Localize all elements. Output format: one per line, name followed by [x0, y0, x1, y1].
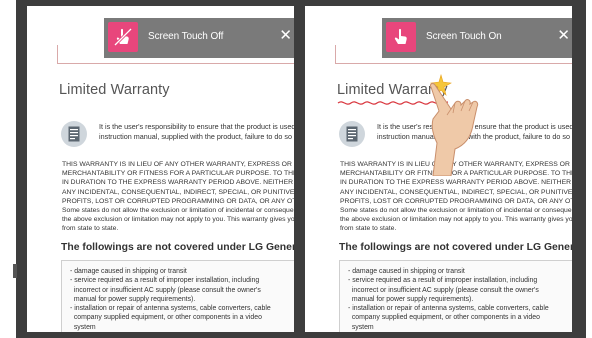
section-heading: The followings are not covered under LG … [61, 242, 294, 253]
body-line: THIS WARRANTY IS IN LIEU OF ANY OTHER WA… [62, 161, 294, 168]
document-icon [339, 121, 365, 147]
list-item: company supplied equipment, or other com… [70, 314, 262, 322]
body-line: Some states do not allow the exclusion o… [340, 207, 572, 215]
body-line: PROFITS, LOST OR CORRUPTED PROGRAMMING O… [340, 197, 572, 205]
list-item: - damage caused in shipping or transit [348, 268, 465, 275]
exclusions-box: - damage caused in shipping or transit -… [61, 260, 294, 332]
body-line: ANY INCIDENTAL, CONSEQUENTIAL, INDIRECT,… [340, 188, 572, 196]
touch-off-icon [108, 22, 138, 52]
body-line: from state to state. [62, 225, 119, 233]
body-line: MERCHANTABILITY OR FITNESS FOR A PARTICU… [62, 170, 294, 178]
screen-touch-off-toast: Screen Touch Off ✕ [104, 18, 294, 58]
document-icon [61, 121, 87, 147]
touch-on-icon [386, 22, 416, 52]
list-item: system [70, 323, 96, 331]
touching-hand-icon [430, 83, 479, 176]
list-item: - installation or repair of antenna syst… [348, 305, 549, 313]
body-line: Some states do not allow the exclusion o… [62, 207, 294, 215]
list-item: - service required as a result of improp… [348, 277, 538, 285]
section-heading: The followings are not covered under LG … [339, 242, 572, 253]
list-item: - damage caused in shipping or transit [70, 268, 187, 275]
list-item: system [348, 323, 374, 331]
screen-touch-on-toast: Screen Touch On ✕ [382, 18, 572, 58]
warranty-body: THIS WARRANTY IS IN LIEU OF ANY OTHER WA… [62, 160, 294, 234]
list-item: company supplied equipment, or other com… [348, 314, 540, 322]
toast-label: Screen Touch On [426, 31, 502, 42]
bezel-mark [13, 264, 17, 278]
body-line: ANY INCIDENTAL, CONSEQUENTIAL, INDIRECT,… [62, 188, 294, 196]
exclusions-list: - damage caused in shipping or transit -… [348, 267, 549, 332]
intro-text: It is the user's responsibility to ensur… [99, 122, 294, 143]
body-line: PROFITS, LOST OR CORRUPTED PROGRAMMING O… [62, 197, 294, 205]
intro-line: It is the user's responsibility to ensur… [99, 122, 294, 131]
close-icon[interactable]: ✕ [279, 27, 292, 45]
list-item: manual for power supply requirements). [348, 295, 474, 303]
page-title: Limited Warranty [59, 82, 170, 98]
body-line: IN DURATION TO THE EXPRESS WARRANTY PERI… [340, 179, 572, 187]
screen-touch-on-panel: Limited Warranty It is the user's respon… [305, 6, 572, 332]
exclusions-box: - damage caused in shipping or transit -… [339, 260, 572, 332]
screen-touch-off-panel: Limited Warranty It is the user's respon… [27, 6, 294, 332]
toast-label: Screen Touch Off [148, 31, 224, 42]
panel-divider [302, 0, 305, 338]
close-icon[interactable]: ✕ [557, 27, 570, 45]
list-item: - installation or repair of antenna syst… [70, 305, 271, 313]
list-item: incorrect or insufficient AC supply (ple… [70, 286, 261, 294]
list-item: manual for power supply requirements). [70, 295, 196, 303]
list-item: - service required as a result of improp… [70, 277, 260, 285]
body-line: the above exclusion or limitation may no… [62, 216, 294, 224]
exclusions-list: - damage caused in shipping or transit -… [70, 267, 271, 332]
body-line: IN DURATION TO THE EXPRESS WARRANTY PERI… [62, 179, 294, 187]
body-line: the above exclusion or limitation may no… [340, 216, 572, 224]
intro-line: instruction manual, supplied with the pr… [99, 132, 292, 142]
body-line: from state to state. [340, 225, 397, 233]
list-item: incorrect or insufficient AC supply (ple… [348, 286, 539, 294]
